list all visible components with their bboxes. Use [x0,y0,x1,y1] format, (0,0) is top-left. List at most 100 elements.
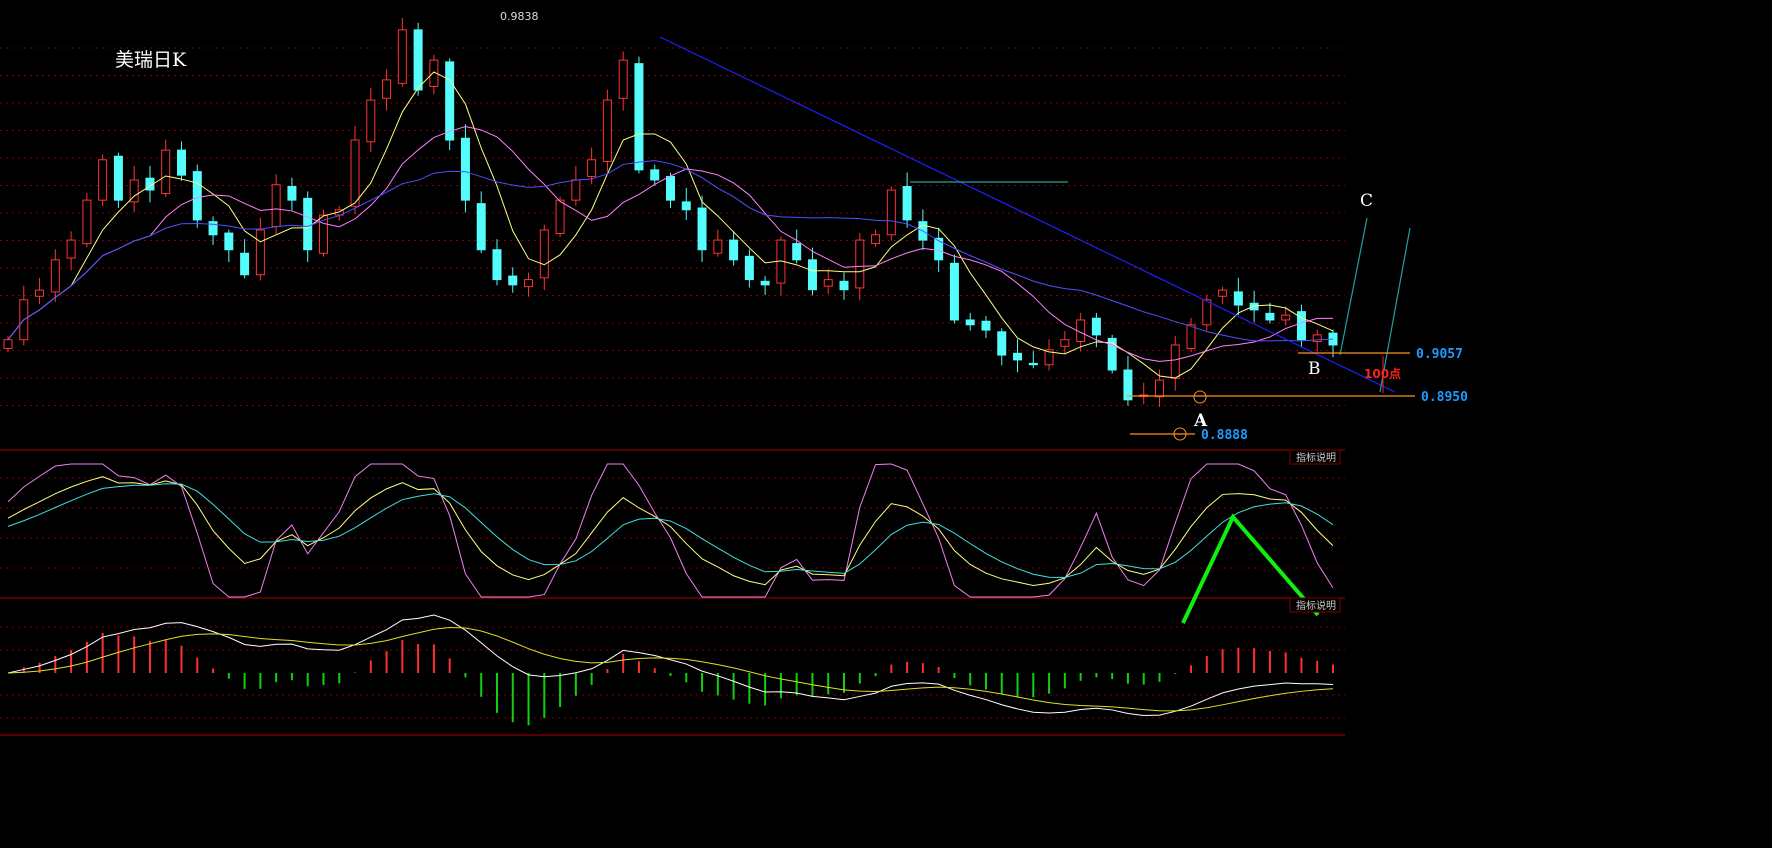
candle-body [82,199,92,245]
candle-body [729,239,739,261]
ma5-line [7,71,1334,379]
candle-body [587,159,597,177]
candle-body [792,243,802,261]
candle [129,165,139,212]
point-a-circle [1193,390,1207,404]
candle [19,285,29,346]
candle [350,125,360,215]
candle-body [886,189,896,236]
candle [997,328,1007,366]
candle-body [303,197,313,251]
candle [113,152,123,209]
channel-line-left [1339,217,1368,356]
distance-label: 100点 [1364,366,1401,381]
candle [744,249,754,288]
candle-body [981,320,991,331]
candle [3,336,13,353]
candle-body [1186,324,1196,349]
point-b-label: B [1308,359,1321,379]
candle-body [271,184,281,227]
candle [382,69,392,111]
candle-body [713,239,723,254]
candle-body [1233,291,1243,306]
indicator-info-button-1[interactable]: 指标说明 [1289,449,1341,465]
candle-body [50,259,60,293]
candle [445,58,455,151]
candle-body [650,169,660,181]
candle [476,191,486,254]
macd-dea-line [7,626,1334,712]
price-level-label: 0.8888 [1201,428,1248,443]
candle-body [1154,379,1164,398]
macd-dif-line [7,614,1334,716]
candle [177,141,187,181]
candle [713,229,723,257]
candle [634,56,644,174]
candle-body [1028,362,1038,366]
candle-body [823,279,833,287]
candle [823,269,833,295]
candle [871,229,881,248]
candle [776,236,786,296]
candle-body [1281,314,1291,321]
candle [192,164,202,228]
candle-body [1123,369,1133,401]
indicator-info-label: 指标说明 [1296,599,1336,612]
candle [224,229,234,263]
candle [1233,277,1243,316]
candle [287,177,297,211]
candle-body [1060,339,1070,347]
candle-body [1202,299,1212,326]
candle [98,154,108,206]
candle-body [460,137,470,201]
candle [949,254,959,324]
point-a-label: A [1193,411,1208,431]
candle-body [618,59,628,99]
price-level-label: 0.8950 [1421,390,1468,405]
candle [82,193,92,248]
candle-body [255,229,265,276]
candle-body [1091,317,1101,336]
candle-body [98,159,108,201]
candle-body [855,239,865,289]
chart-title: 美瑞日K [115,49,187,71]
candle [902,172,912,228]
candle [1139,382,1149,405]
candle [697,195,707,263]
candle [397,18,407,87]
candle [807,247,817,296]
candle-body [839,280,849,291]
candle [886,186,896,241]
candle [35,277,45,305]
candlestick-chart: 0.9057 0.8950 0.8888 美瑞日K 0.9838 A B C 100… [0,10,1468,736]
candle [792,229,802,264]
candle [571,165,581,206]
candle-body [666,175,675,201]
candle [255,217,265,281]
candle-body [240,252,250,276]
candle [524,272,534,297]
candle-body [66,239,76,259]
candle [760,276,770,295]
candle-body [744,255,754,281]
candle [492,239,502,286]
candle-body [177,149,187,176]
candle [318,209,328,257]
candle [602,89,612,172]
candle-body [350,139,360,207]
candle [460,124,470,213]
indicator-info-label: 指标说明 [1296,451,1336,464]
price-level-label: 0.9057 [1416,347,1463,362]
candle [334,206,344,221]
candle-body [1265,312,1275,321]
candle-body [934,237,944,261]
ma10-line [7,125,1333,362]
candle [681,187,691,220]
indicator-info-button-2[interactable]: 指标说明 [1289,597,1341,613]
candle [271,174,281,235]
candle [1312,329,1322,352]
candle [1013,339,1023,373]
candle-body [571,179,581,201]
candle-body [602,99,612,163]
candle [965,312,975,331]
